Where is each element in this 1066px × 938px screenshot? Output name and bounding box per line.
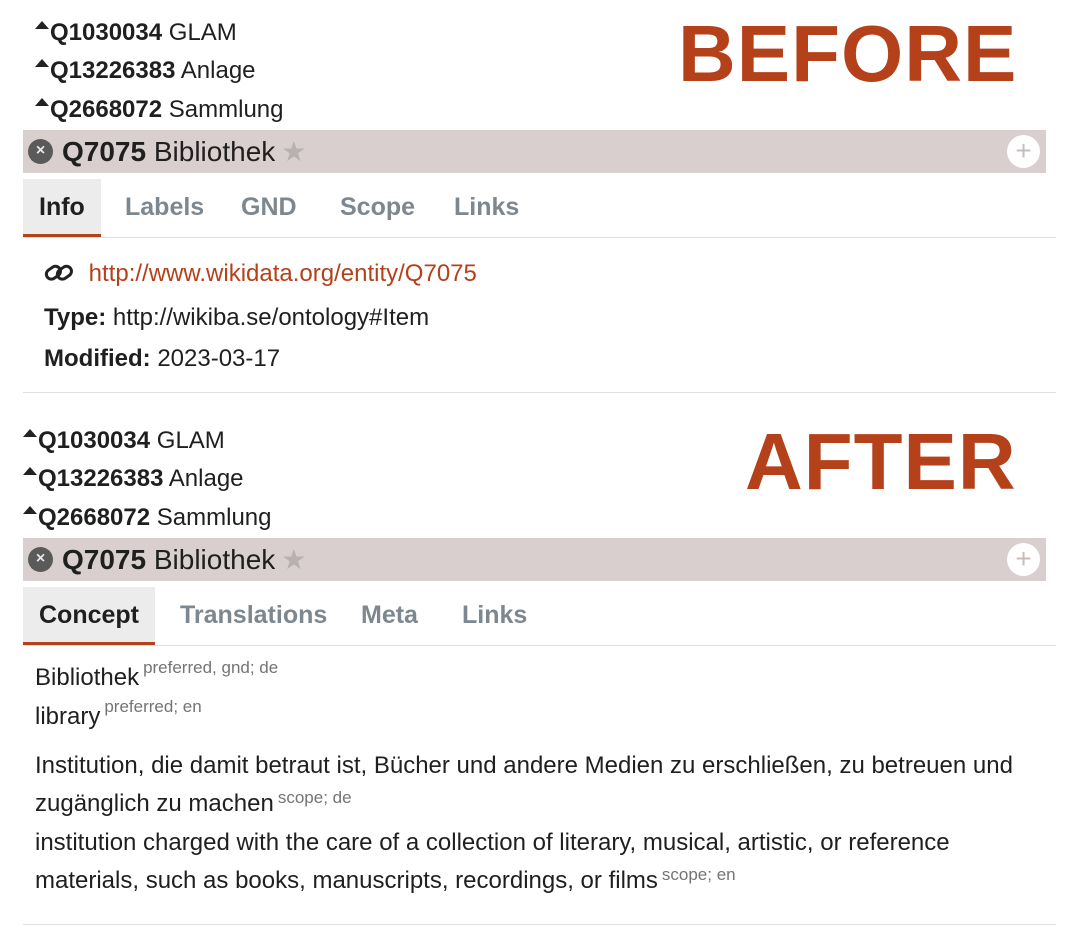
broader-arrow-icon bbox=[35, 21, 49, 29]
entity-qid: Q7075 bbox=[62, 136, 147, 167]
after-panel: AFTER Q1030034 GLAM Q13226383 Anlage Q26… bbox=[0, 394, 1066, 938]
tab-links[interactable]: Links bbox=[438, 179, 535, 235]
tab-scope[interactable]: Scope bbox=[324, 179, 431, 235]
tab-labels[interactable]: Labels bbox=[109, 179, 220, 235]
ancestor-label: Sammlung bbox=[156, 504, 272, 531]
broader-arrow-icon bbox=[35, 59, 49, 67]
scope-note: institution charged with the care of a c… bbox=[35, 824, 1045, 900]
ancestor-item[interactable]: Q13226383 Anlage bbox=[35, 56, 256, 86]
scope-text: Institution, die damit betraut ist, Büch… bbox=[35, 752, 1013, 817]
entity-label: Bibliothek bbox=[153, 544, 276, 575]
term-text: Bibliothek bbox=[35, 664, 140, 691]
ancestor-label: Sammlung bbox=[168, 96, 284, 123]
ancestor-item[interactable]: Q2668072 Sammlung bbox=[35, 95, 284, 125]
tab-meta[interactable]: Meta bbox=[345, 587, 434, 643]
before-stamp: BEFORE bbox=[678, 9, 1018, 98]
tab-gnd[interactable]: GND bbox=[225, 179, 313, 235]
entity-uri-link[interactable]: http://www.wikidata.org/entity/Q7075 bbox=[89, 260, 477, 287]
entity-header: × Q7075 Bibliothek ★ + bbox=[23, 538, 1046, 581]
tab-links[interactable]: Links bbox=[446, 587, 543, 643]
star-icon[interactable]: ★ bbox=[281, 136, 306, 167]
plus-icon[interactable]: + bbox=[1007, 543, 1040, 576]
tab-info[interactable]: Info bbox=[23, 179, 101, 237]
plus-icon[interactable]: + bbox=[1007, 135, 1040, 168]
entity-title: Q7075 Bibliothek ★ bbox=[62, 135, 306, 169]
type-row: Type: http://wikiba.se/ontology#Item bbox=[44, 304, 429, 332]
ancestor-item[interactable]: Q13226383 Anlage bbox=[23, 464, 244, 494]
divider bbox=[23, 924, 1056, 925]
ancestor-label: Anlage bbox=[168, 465, 244, 492]
broader-arrow-icon bbox=[35, 98, 49, 106]
ancestor-qid: Q1030034 bbox=[38, 427, 151, 454]
type-label: Type: bbox=[44, 304, 107, 331]
link-icon bbox=[44, 260, 81, 287]
ancestor-label: Anlage bbox=[180, 57, 256, 84]
modified-value: 2023-03-17 bbox=[157, 345, 281, 372]
tab-concept[interactable]: Concept bbox=[23, 587, 155, 645]
tab-translations[interactable]: Translations bbox=[164, 587, 343, 643]
star-icon[interactable]: ★ bbox=[281, 544, 306, 575]
type-value: http://wikiba.se/ontology#Item bbox=[112, 304, 430, 331]
ancestor-item[interactable]: Q2668072 Sammlung bbox=[23, 503, 272, 533]
ancestor-qid: Q13226383 bbox=[38, 465, 164, 492]
scope-meta: scope; en bbox=[661, 865, 736, 884]
term-meta: preferred; en bbox=[104, 697, 202, 716]
ancestor-qid: Q2668072 bbox=[38, 504, 151, 531]
modified-row: Modified: 2023-03-17 bbox=[44, 345, 280, 373]
before-panel: BEFORE Q1030034 GLAM Q13226383 Anlage Q2… bbox=[0, 0, 1066, 394]
ancestor-label: GLAM bbox=[156, 427, 225, 454]
term-meta: preferred, gnd; de bbox=[143, 658, 279, 677]
scope-text: institution charged with the care of a c… bbox=[35, 829, 950, 894]
modified-label: Modified: bbox=[44, 345, 151, 372]
term-text: library bbox=[35, 703, 101, 730]
ancestor-qid: Q13226383 bbox=[50, 57, 176, 84]
scope-note: Institution, die damit betraut ist, Büch… bbox=[35, 747, 1045, 823]
ancestor-item[interactable]: Q1030034 GLAM bbox=[23, 426, 225, 456]
close-icon[interactable]: × bbox=[28, 547, 53, 572]
entity-title: Q7075 Bibliothek ★ bbox=[62, 543, 306, 577]
broader-arrow-icon bbox=[23, 467, 37, 475]
ancestor-qid: Q2668072 bbox=[50, 96, 163, 123]
scope-meta: scope; de bbox=[277, 788, 352, 807]
broader-arrow-icon bbox=[23, 506, 37, 514]
entity-header: × Q7075 Bibliothek ★ + bbox=[23, 130, 1046, 173]
tab-bar: Concept Translations Meta Links bbox=[23, 587, 1056, 646]
ancestor-label: GLAM bbox=[168, 19, 237, 46]
ancestor-item[interactable]: Q1030034 GLAM bbox=[35, 18, 237, 48]
close-icon[interactable]: × bbox=[28, 139, 53, 164]
entity-qid: Q7075 bbox=[62, 544, 147, 575]
term-row: Bibliothek preferred, gnd; de bbox=[35, 658, 278, 692]
tab-bar: Info Labels GND Scope Links bbox=[23, 179, 1056, 238]
term-row: library preferred; en bbox=[35, 697, 202, 731]
entity-label: Bibliothek bbox=[153, 136, 276, 167]
divider bbox=[23, 392, 1056, 393]
after-stamp: AFTER bbox=[745, 417, 1017, 506]
entity-uri-row: http://www.wikidata.org/entity/Q7075 bbox=[44, 260, 477, 288]
ancestor-qid: Q1030034 bbox=[50, 19, 163, 46]
broader-arrow-icon bbox=[23, 429, 37, 437]
